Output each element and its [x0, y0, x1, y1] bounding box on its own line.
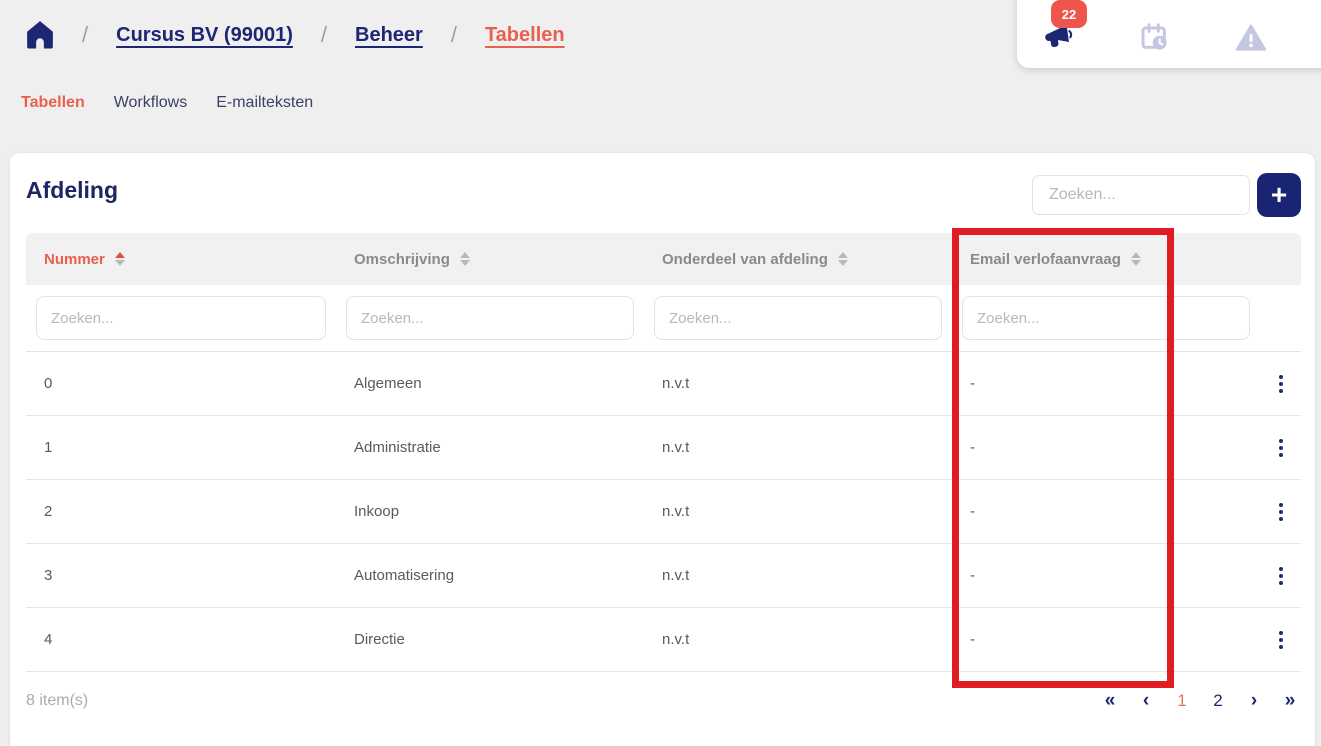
calendar-button[interactable] [1139, 22, 1171, 54]
row-menu-button[interactable] [1260, 433, 1301, 463]
table-row: 1 Administratie n.v.t - [26, 416, 1301, 480]
alerts-button[interactable] [1235, 22, 1267, 54]
item-count: 8 item(s) [26, 692, 88, 710]
table-row: 2 Inkoop n.v.t - [26, 480, 1301, 544]
row-menu-button[interactable] [1260, 625, 1301, 655]
table-footer: 8 item(s) « ‹ 1 2 › » [26, 672, 1301, 712]
filter-input-omschrijving[interactable] [346, 296, 634, 340]
add-button[interactable]: + [1257, 173, 1301, 217]
topbar-icon-card: 22 [1017, 0, 1321, 68]
breadcrumb-separator: / [321, 22, 327, 48]
cell-onderdeel: n.v.t [644, 439, 952, 456]
calendar-clock-icon [1139, 22, 1171, 54]
cell-email-verlofaanvraag: - [952, 503, 1260, 520]
table-row: 0 Algemeen n.v.t - [26, 352, 1301, 416]
tab-tabellen[interactable]: Tabellen [21, 94, 85, 112]
warning-triangle-icon [1235, 22, 1267, 54]
cell-email-verlofaanvraag: - [952, 567, 1260, 584]
prev-page-button[interactable]: ‹ [1135, 690, 1157, 712]
cell-onderdeel: n.v.t [644, 567, 952, 584]
column-header-onderdeel[interactable]: Onderdeel van afdeling [644, 251, 952, 268]
page-number-1[interactable]: 1 [1171, 691, 1193, 711]
cell-email-verlofaanvraag: - [952, 439, 1260, 456]
notification-badge: 22 [1051, 0, 1087, 28]
tab-workflows[interactable]: Workflows [114, 94, 188, 112]
cell-omschrijving: Directie [336, 631, 644, 648]
afdeling-panel: Afdeling + Nummer Omschrijving Onderdeel… [10, 153, 1315, 746]
breadcrumb-tabellen-link[interactable]: Tabellen [485, 24, 565, 47]
filter-input-email-verlofaanvraag[interactable] [962, 296, 1250, 340]
last-page-button[interactable]: » [1279, 690, 1301, 712]
cell-omschrijving: Inkoop [336, 503, 644, 520]
sort-icon [115, 252, 125, 266]
table-filter-row [26, 285, 1301, 352]
cell-omschrijving: Algemeen [336, 375, 644, 392]
pagination: « ‹ 1 2 › » [1099, 690, 1301, 712]
notifications-button[interactable]: 22 [1043, 22, 1075, 54]
tab-bar: Tabellen Workflows E-mailteksten [21, 94, 313, 112]
first-page-button[interactable]: « [1099, 690, 1121, 712]
cell-email-verlofaanvraag: - [952, 631, 1260, 648]
cell-nummer: 3 [26, 567, 336, 584]
row-menu-button[interactable] [1260, 369, 1301, 399]
afdeling-table: Nummer Omschrijving Onderdeel van afdeli… [26, 233, 1301, 672]
cell-onderdeel: n.v.t [644, 503, 952, 520]
cell-nummer: 1 [26, 439, 336, 456]
cell-omschrijving: Administratie [336, 439, 644, 456]
column-header-omschrijving[interactable]: Omschrijving [336, 251, 644, 268]
page-number-2[interactable]: 2 [1207, 691, 1229, 711]
table-row: 3 Automatisering n.v.t - [26, 544, 1301, 608]
sort-icon [460, 252, 470, 266]
search-input[interactable] [1033, 186, 1262, 204]
filter-input-onderdeel[interactable] [654, 296, 942, 340]
sort-icon [1131, 252, 1141, 266]
row-menu-button[interactable] [1260, 497, 1301, 527]
cell-nummer: 0 [26, 375, 336, 392]
table-header-row: Nummer Omschrijving Onderdeel van afdeli… [26, 233, 1301, 285]
table-search [1032, 175, 1250, 215]
cell-omschrijving: Automatisering [336, 567, 644, 584]
cell-nummer: 2 [26, 503, 336, 520]
tab-emailteksten[interactable]: E-mailteksten [216, 94, 313, 112]
column-header-email-verlofaanvraag[interactable]: Email verlofaanvraag [952, 251, 1260, 268]
next-page-button[interactable]: › [1243, 690, 1265, 712]
cell-email-verlofaanvraag: - [952, 375, 1260, 392]
column-header-nummer[interactable]: Nummer [26, 251, 336, 268]
breadcrumb-separator: / [451, 22, 457, 48]
breadcrumb-separator: / [82, 22, 88, 48]
breadcrumb: / Cursus BV (99001) / Beheer / Tabellen [26, 20, 565, 50]
cell-onderdeel: n.v.t [644, 375, 952, 392]
table-row: 4 Directie n.v.t - [26, 608, 1301, 672]
filter-input-nummer[interactable] [36, 296, 326, 340]
cell-nummer: 4 [26, 631, 336, 648]
cell-onderdeel: n.v.t [644, 631, 952, 648]
home-icon[interactable] [26, 20, 54, 50]
row-menu-button[interactable] [1260, 561, 1301, 591]
sort-icon [838, 252, 848, 266]
breadcrumb-company-link[interactable]: Cursus BV (99001) [116, 24, 293, 47]
breadcrumb-beheer-link[interactable]: Beheer [355, 24, 423, 47]
